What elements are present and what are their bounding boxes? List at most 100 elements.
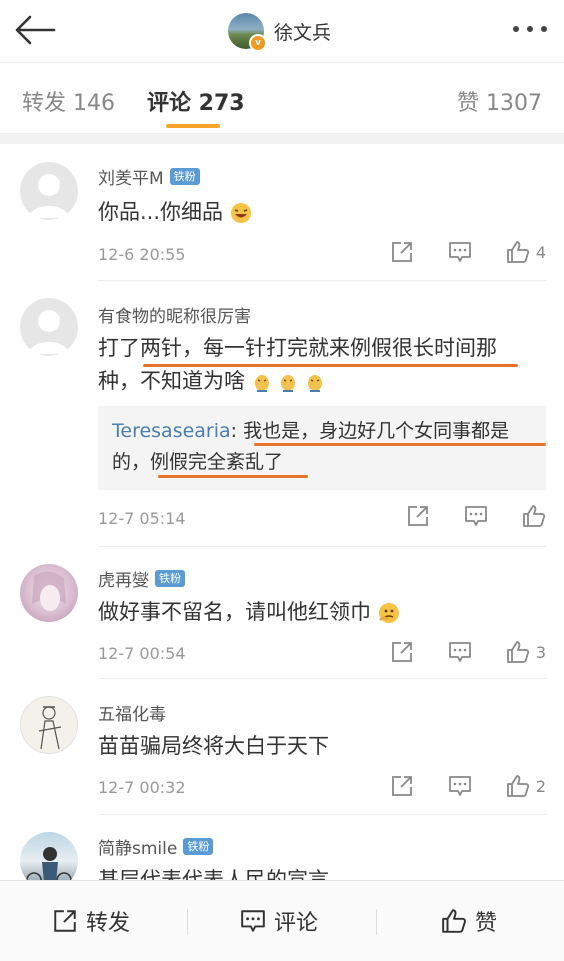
comment-text: 基层代表代表人民的宣言 bbox=[98, 868, 329, 880]
like-label: 赞 bbox=[475, 911, 498, 936]
comment-time: 12-7 05:14 bbox=[98, 509, 186, 528]
comment-text-line: 打了两针，每一针打完就来例假很长时间那 bbox=[98, 336, 497, 360]
comment-time: 12-7 00:54 bbox=[98, 644, 186, 663]
repost-button[interactable] bbox=[406, 504, 430, 528]
like-count: 3 bbox=[535, 642, 546, 662]
comment-time: 12-7 00:32 bbox=[98, 778, 186, 797]
repost-button[interactable] bbox=[390, 774, 414, 798]
comment-item: 刘羑平M 铁粉 你品...你细品 12-6 20:55 4 bbox=[0, 144, 564, 280]
fan-badge: 铁粉 bbox=[155, 570, 185, 587]
comment-actions bbox=[372, 504, 546, 528]
comment-author[interactable]: 简静smile 铁粉 bbox=[98, 834, 214, 859]
reply-button[interactable] bbox=[464, 504, 488, 528]
reply-button[interactable] bbox=[448, 774, 472, 798]
more-options-icon[interactable] bbox=[510, 18, 550, 40]
user-avatar[interactable] bbox=[20, 564, 78, 622]
reply-button[interactable] bbox=[448, 240, 472, 264]
comment-divider bbox=[98, 814, 546, 815]
like-button[interactable]: 4 bbox=[506, 240, 546, 264]
bar-divider bbox=[376, 909, 377, 935]
like-button[interactable]: 2 bbox=[506, 774, 546, 798]
highlight-underline bbox=[143, 364, 518, 367]
like-button[interactable] bbox=[522, 504, 546, 528]
comment-text: 做好事不留名，请叫他红领巾 bbox=[98, 596, 550, 629]
comment-author[interactable]: 刘羑平M 铁粉 bbox=[98, 164, 200, 189]
comment-item: 五福化毒 苗苗骗局终将大白于天下 12-7 00:32 2 bbox=[0, 678, 564, 814]
author-name[interactable]: 五福化毒 bbox=[98, 700, 166, 725]
top-nav-bar: v 徐文兵 bbox=[0, 0, 564, 63]
reply-button[interactable] bbox=[448, 640, 472, 664]
comment-divider bbox=[98, 280, 546, 281]
poster-avatar[interactable]: v bbox=[228, 13, 267, 52]
highlight-underline bbox=[158, 475, 308, 478]
poster-name[interactable]: 徐文兵 bbox=[274, 18, 331, 45]
user-avatar[interactable] bbox=[20, 832, 78, 880]
reply-text-content: : 我也是，身边好几个女同事都是 bbox=[230, 420, 510, 442]
thumbs-up-icon bbox=[442, 909, 466, 933]
share-icon bbox=[408, 506, 428, 526]
thumbs-up-icon bbox=[506, 241, 529, 263]
comment-icon bbox=[465, 506, 487, 526]
author-name[interactable]: 刘羑平M bbox=[98, 164, 164, 189]
active-tab-indicator bbox=[166, 124, 220, 128]
comment-time: 12-6 20:55 bbox=[98, 245, 186, 264]
laughing-emoji-icon bbox=[230, 203, 251, 223]
comment-item: 虎再燮 铁粉 做好事不留名，请叫他红领巾 12-7 00:54 3 bbox=[0, 546, 564, 678]
comment-text: 苗苗骗局终将大白于天下 bbox=[98, 734, 329, 758]
thinking-emoji-icon bbox=[378, 603, 399, 623]
repost-button[interactable] bbox=[390, 240, 414, 264]
author-name[interactable]: 有食物的昵称很厉害 bbox=[98, 302, 251, 327]
tab-likes[interactable]: 赞 1307 bbox=[457, 85, 542, 117]
comment-icon bbox=[448, 776, 471, 796]
comment-author[interactable]: 有食物的昵称很厉害 bbox=[98, 302, 251, 327]
like-button[interactable]: 赞 bbox=[441, 881, 497, 961]
author-name[interactable]: 虎再燮 bbox=[98, 566, 149, 591]
default-avatar[interactable] bbox=[20, 298, 78, 356]
comment-label: 评论 bbox=[274, 911, 319, 936]
comment-author[interactable]: 五福化毒 bbox=[98, 700, 166, 725]
like-count: 2 bbox=[535, 776, 546, 796]
repost-button[interactable] bbox=[390, 640, 414, 664]
thumbs-up-icon bbox=[506, 641, 529, 663]
comment-icon bbox=[241, 910, 265, 932]
comment-item: 简静smile 铁粉 基层代表代表人民的宣言 bbox=[0, 814, 564, 880]
comment-divider bbox=[98, 546, 546, 547]
share-icon bbox=[54, 910, 76, 932]
crying-emoji-icon bbox=[254, 375, 269, 392]
comment-author[interactable]: 虎再燮 铁粉 bbox=[98, 566, 185, 591]
author-name[interactable]: 简静smile bbox=[98, 834, 177, 859]
comment-text: 你品...你细品 bbox=[98, 196, 550, 229]
tab-bar: 转发 146 评论 273 赞 1307 bbox=[0, 63, 564, 134]
crying-emoji-icon bbox=[308, 375, 323, 392]
comment-text-content: 种，不知道为啥 bbox=[98, 369, 245, 393]
comment-divider bbox=[98, 678, 546, 679]
bottom-action-bar: 转发 评论 赞 bbox=[0, 880, 564, 961]
like-button[interactable]: 3 bbox=[506, 640, 546, 664]
comment-icon bbox=[448, 242, 471, 262]
comment-text-line-2: 种，不知道为啥 bbox=[98, 365, 550, 398]
like-count: 4 bbox=[535, 242, 546, 262]
thumbs-up-icon bbox=[523, 505, 546, 527]
comment-text-content: 做好事不留名，请叫他红领巾 bbox=[98, 600, 371, 624]
fan-badge: 铁粉 bbox=[183, 838, 214, 855]
highlight-underline bbox=[254, 443, 546, 446]
poster-info[interactable]: v 徐文兵 bbox=[228, 10, 331, 52]
tab-comments[interactable]: 评论 273 bbox=[147, 85, 245, 117]
default-avatar[interactable] bbox=[20, 162, 78, 220]
thumbs-up-icon bbox=[506, 775, 529, 797]
repost-button[interactable]: 转发 bbox=[52, 881, 130, 961]
comment-button[interactable]: 评论 bbox=[240, 881, 318, 961]
tab-reposts[interactable]: 转发 146 bbox=[22, 85, 115, 117]
share-icon bbox=[391, 242, 412, 262]
fan-badge: 铁粉 bbox=[169, 168, 200, 185]
verified-badge: v bbox=[249, 34, 267, 52]
reply-line-2: 的，例假完全紊乱了 bbox=[112, 451, 284, 473]
comment-actions: 4 bbox=[356, 240, 546, 264]
reply-author[interactable]: Teresasearia bbox=[112, 420, 231, 442]
share-icon bbox=[391, 642, 412, 662]
comment-item: 有食物的昵称很厉害 打了两针，每一针打完就来例假很长时间那 种，不知道为啥 Te… bbox=[0, 280, 564, 546]
back-arrow-icon[interactable] bbox=[14, 12, 58, 48]
comment-text-content: 你品...你细品 bbox=[98, 200, 224, 224]
share-icon bbox=[391, 776, 412, 796]
user-avatar[interactable] bbox=[20, 696, 78, 754]
